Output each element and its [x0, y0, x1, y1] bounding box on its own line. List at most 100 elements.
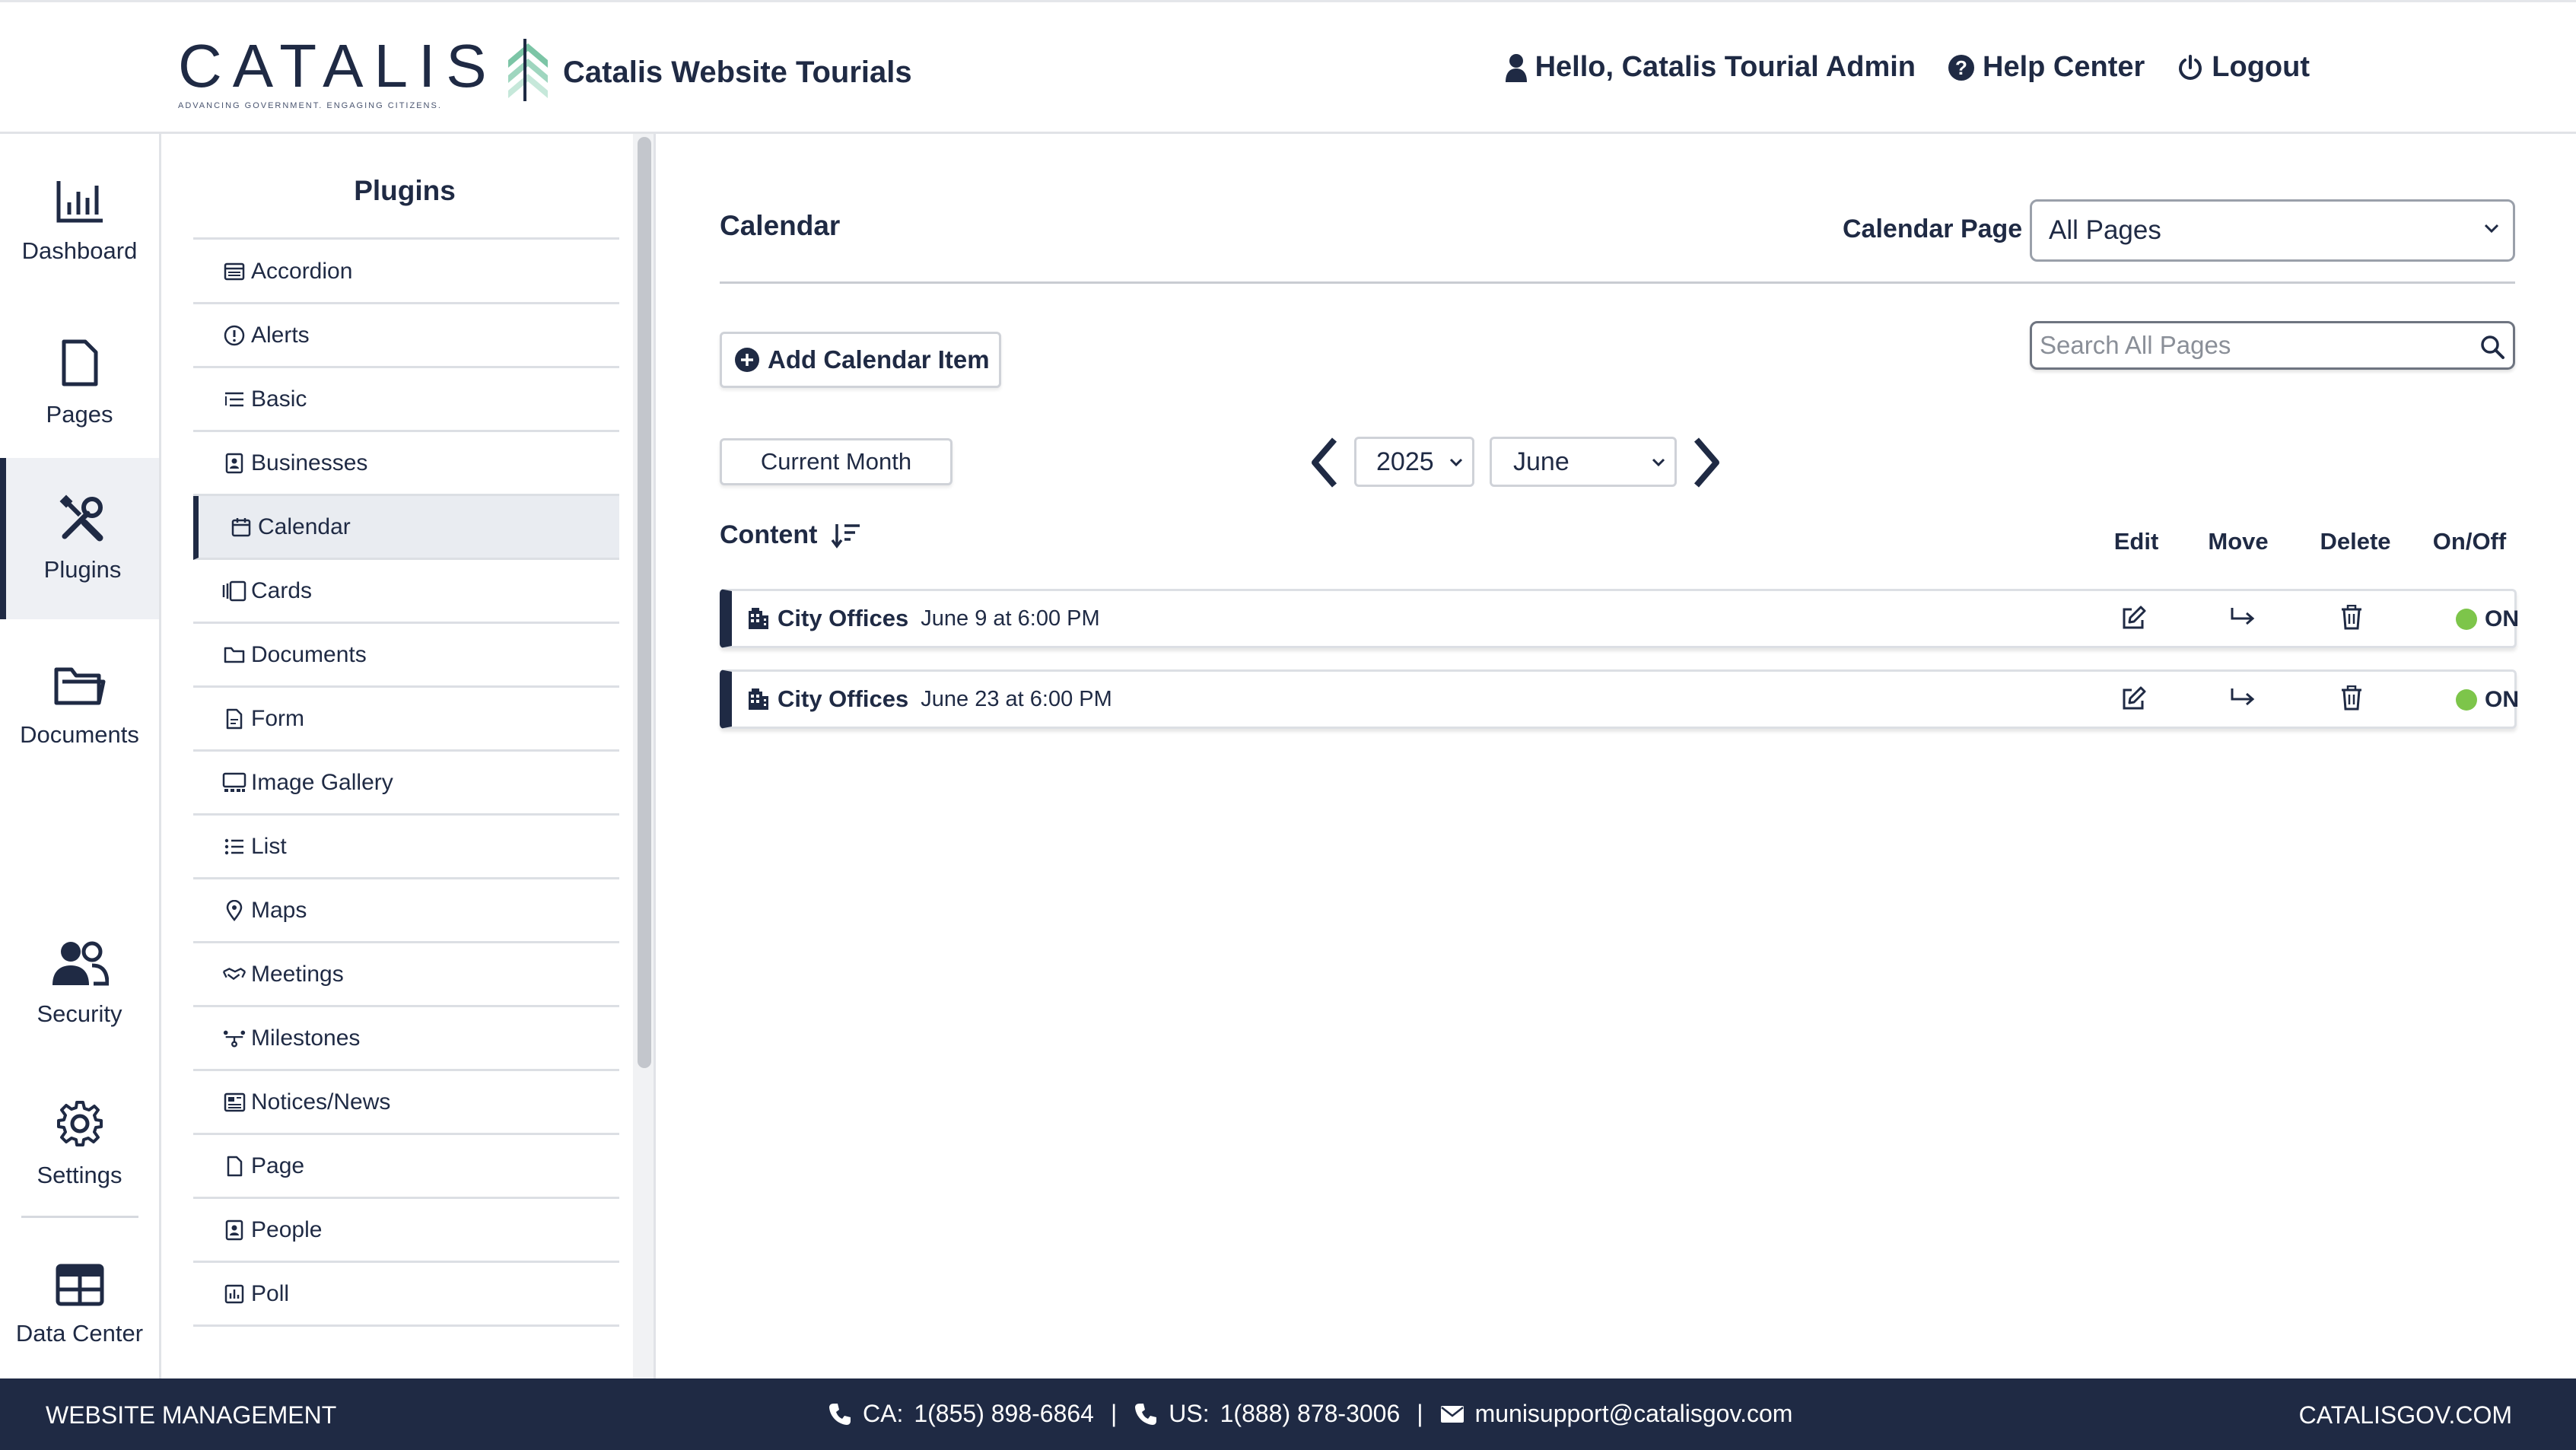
edit-icon[interactable]	[2121, 605, 2147, 631]
support-email[interactable]: munisupport@catalisgov.com	[1475, 1400, 1793, 1428]
content-sort-header[interactable]: Content	[720, 520, 861, 550]
tools-icon	[59, 494, 107, 542]
table-icon	[56, 1264, 104, 1306]
envelope-icon	[1440, 1405, 1465, 1423]
plugin-item-maps[interactable]: Maps	[193, 879, 619, 943]
rail-item-settings[interactable]: Settings	[0, 1064, 159, 1225]
plugin-item-image-gallery[interactable]: Image Gallery	[193, 752, 619, 816]
rail-item-documents[interactable]: Documents	[0, 625, 159, 787]
rail-item-data-center[interactable]: Data Center	[0, 1225, 159, 1386]
calendar-page-select[interactable]: All Pages	[2030, 199, 2515, 262]
help-center-link[interactable]: ? Help Center	[1948, 51, 2145, 84]
left-nav-rail: Dashboard Pages Plugins Documents Securi…	[0, 134, 161, 1378]
add-calendar-item-button[interactable]: Add Calendar Item	[720, 332, 1001, 388]
catalis-logo[interactable]: CATALIS ADVANCING GOVERNMENT. ENGAGING C…	[178, 36, 551, 110]
column-header-onoff: On/Off	[2432, 528, 2507, 555]
year-value: 2025	[1376, 447, 1434, 476]
plugin-scrollbar-thumb[interactable]	[638, 137, 651, 1068]
trash-icon[interactable]	[2340, 605, 2363, 631]
plugin-item-calendar[interactable]: Calendar	[193, 496, 619, 560]
move-arrow-icon[interactable]	[2229, 605, 2256, 631]
page-icon	[222, 1154, 246, 1178]
plugin-label: Maps	[251, 897, 307, 923]
users-icon	[51, 938, 109, 987]
plugin-item-milestones[interactable]: Milestones	[193, 1007, 619, 1071]
search-icon[interactable]	[2479, 334, 2505, 360]
current-month-button[interactable]: Current Month	[720, 438, 952, 485]
rail-item-security[interactable]: Security	[0, 902, 159, 1064]
logout-button[interactable]: Logout	[2177, 51, 2310, 84]
plugin-scrollbar[interactable]	[633, 134, 654, 1378]
building-icon	[747, 687, 770, 711]
sort-icon[interactable]	[831, 523, 861, 549]
us-phone[interactable]: 1(888) 878-3006	[1220, 1400, 1401, 1428]
plugin-item-accordion[interactable]: Accordion	[193, 240, 619, 304]
row-item-title: City Offices	[778, 685, 909, 712]
month-select[interactable]: June	[1490, 437, 1677, 487]
plugin-label: List	[251, 833, 287, 859]
header-divider	[523, 39, 526, 101]
chevron-down-icon	[2484, 223, 2499, 234]
folder-icon	[53, 663, 107, 708]
calendar-page-label: Calendar Page	[1843, 215, 2023, 243]
logout-text: Logout	[2212, 51, 2310, 83]
page-icon	[61, 339, 99, 387]
rail-label: Plugins	[43, 556, 122, 583]
plugin-item-list[interactable]: List	[193, 816, 619, 879]
ca-phone[interactable]: 1(855) 898-6864	[914, 1400, 1094, 1428]
plugin-item-alerts[interactable]: Alerts	[193, 304, 619, 368]
footer-bar: WEBSITE MANAGEMENT CA: 1(855) 898-6864 |…	[0, 1378, 2576, 1450]
trash-icon[interactable]	[2340, 685, 2363, 711]
rail-label: Documents	[20, 721, 139, 748]
plugin-label: Image Gallery	[251, 769, 393, 795]
plugin-label: Poll	[251, 1280, 290, 1306]
form-icon	[222, 707, 246, 731]
plugin-item-cards[interactable]: Cards	[193, 560, 619, 624]
plugin-label: Page	[251, 1153, 305, 1178]
svg-text:?: ?	[1955, 56, 1967, 79]
previous-month-chevron-icon[interactable]	[1309, 435, 1342, 490]
plugin-item-notices-news[interactable]: Notices/News	[193, 1071, 619, 1135]
plugin-item-form[interactable]: Form	[193, 688, 619, 752]
ca-label: CA:	[863, 1400, 904, 1427]
alert-icon	[222, 323, 246, 348]
chevron-down-icon	[1652, 457, 1665, 468]
on-off-toggle[interactable]: ON	[2456, 687, 2519, 713]
logo-text: CATALIS	[178, 32, 498, 100]
accordion-icon	[222, 259, 246, 284]
plugin-item-people[interactable]: People	[193, 1199, 619, 1263]
power-icon	[2177, 54, 2204, 81]
user-greeting[interactable]: Hello, Catalis Tourial Admin	[1505, 51, 1916, 84]
plugin-item-poll[interactable]: Poll	[193, 1263, 619, 1327]
plugin-label: Documents	[251, 641, 367, 667]
phone-icon	[828, 1402, 852, 1426]
search-input[interactable]: Search All Pages	[2030, 321, 2515, 370]
rail-item-dashboard[interactable]: Dashboard	[0, 142, 159, 303]
column-header-move: Move	[2208, 528, 2269, 555]
table-row[interactable]: City Offices June 23 at 6:00 PM ON	[720, 669, 2519, 729]
basic-icon	[222, 387, 246, 412]
chevron-down-icon	[1449, 457, 1463, 468]
plugin-item-businesses[interactable]: Businesses	[193, 432, 619, 496]
move-arrow-icon[interactable]	[2229, 685, 2256, 711]
on-off-toggle[interactable]: ON	[2456, 606, 2519, 632]
plugin-item-documents[interactable]: Documents	[193, 624, 619, 688]
edit-icon[interactable]	[2121, 685, 2147, 711]
list-icon	[222, 835, 246, 859]
plugin-label: Notices/News	[251, 1089, 391, 1115]
plugin-item-page[interactable]: Page	[193, 1135, 619, 1199]
help-icon: ?	[1948, 54, 1975, 81]
plugin-item-basic[interactable]: Basic	[193, 368, 619, 432]
rail-item-plugins[interactable]: Plugins	[0, 458, 159, 619]
handshake-icon	[222, 962, 246, 987]
rail-item-pages[interactable]: Pages	[0, 303, 159, 464]
main-content: Calendar Calendar Page All Pages Add Cal…	[656, 134, 2576, 1378]
greeting-text: Hello, Catalis Tourial Admin	[1534, 51, 1916, 83]
poll-icon	[222, 1282, 246, 1306]
footer-site-link[interactable]: CATALISGOV.COM	[2299, 1401, 2512, 1429]
add-calendar-item-label: Add Calendar Item	[768, 345, 990, 374]
plugin-item-meetings[interactable]: Meetings	[193, 943, 619, 1007]
next-month-chevron-icon[interactable]	[1689, 435, 1722, 490]
table-row[interactable]: City Offices June 9 at 6:00 PM ON	[720, 589, 2519, 648]
year-select[interactable]: 2025	[1354, 437, 1474, 487]
